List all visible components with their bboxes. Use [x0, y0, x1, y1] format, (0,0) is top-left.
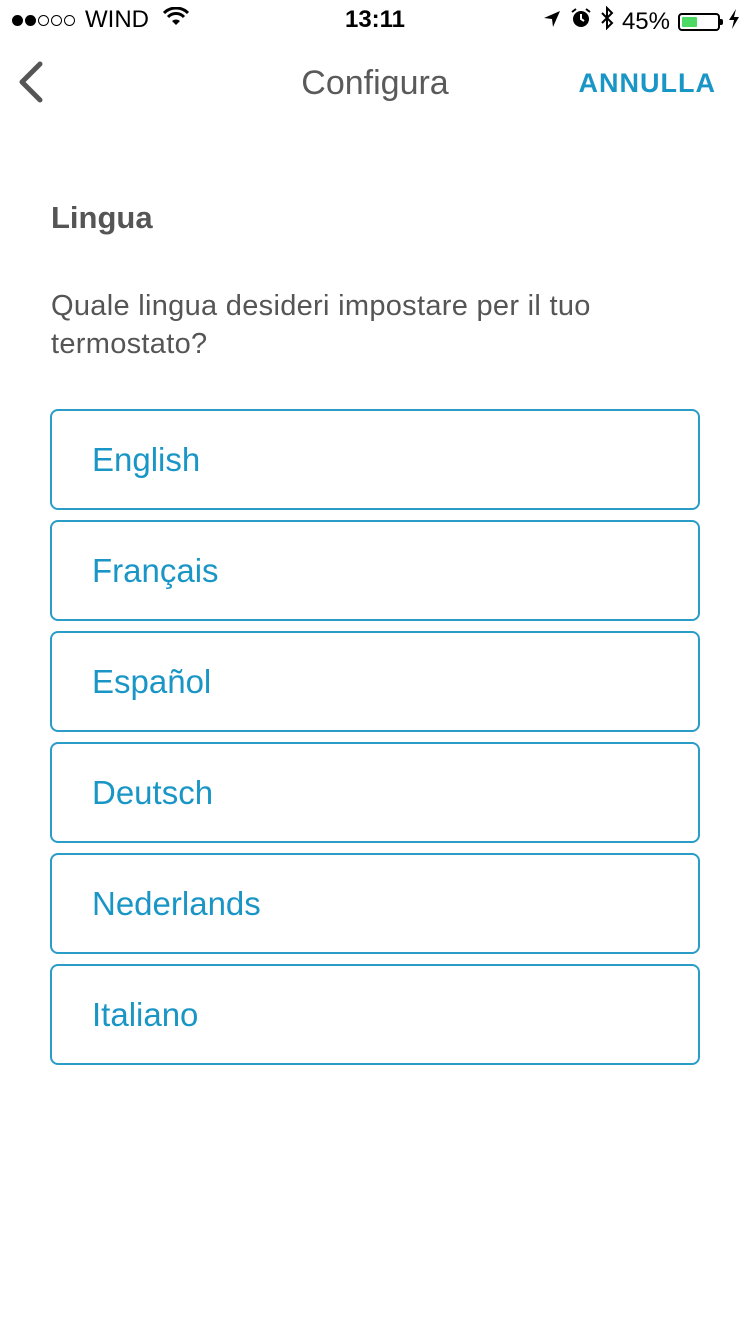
alarm-icon: [570, 7, 592, 36]
language-list: English Français Español Deutsch Nederla…: [50, 409, 700, 1075]
bluetooth-icon: [600, 5, 614, 37]
navigation-bar: Configura ANNULLA: [0, 40, 750, 130]
charging-bolt-icon: [728, 8, 740, 36]
language-option-italiano[interactable]: Italiano: [50, 964, 700, 1065]
language-option-espanol[interactable]: Español: [50, 631, 700, 732]
section-title: Lingua: [51, 200, 153, 235]
location-arrow-icon: [542, 8, 562, 36]
cancel-button[interactable]: ANNULLA: [579, 68, 716, 99]
language-option-nederlands[interactable]: Nederlands: [50, 853, 700, 954]
battery-percent: 45%: [621, 7, 670, 35]
battery-icon: [678, 12, 723, 31]
status-right: 45%: [542, 5, 740, 37]
question-text: Quale lingua desideri impostare per il t…: [51, 290, 591, 360]
language-option-english[interactable]: English: [50, 409, 700, 510]
language-option-deutsch[interactable]: Deutsch: [50, 742, 700, 843]
language-option-francais[interactable]: Français: [50, 520, 700, 621]
battery-level-fill: [682, 16, 698, 27]
status-bar: WIND 13:11 45%: [0, 0, 750, 40]
